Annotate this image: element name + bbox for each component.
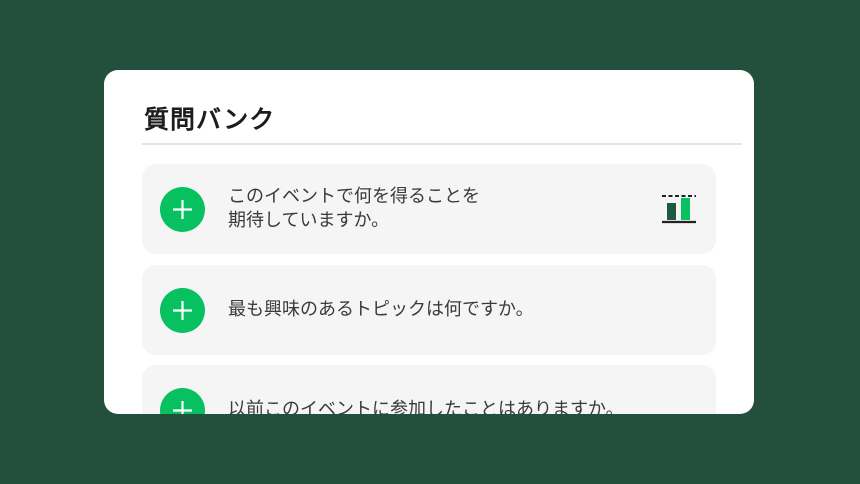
question-item[interactable]: このイベントで何を得ることを 期待していますか。 [142, 164, 716, 254]
add-question-button[interactable] [160, 388, 205, 414]
question-text: このイベントで何を得ることを 期待していますか。 [228, 186, 480, 231]
panel-title: 質問バンク [144, 105, 276, 134]
add-question-button[interactable] [160, 288, 205, 333]
question-bank-panel: 質問バンク このイベントで何を得ることを 期待していますか。 最も興味のあるトピ… [104, 70, 754, 414]
plus-icon [173, 200, 192, 219]
plus-icon [173, 401, 192, 414]
question-text: 最も興味のあるトピックは何ですか。 [228, 299, 534, 320]
plus-icon [173, 301, 192, 320]
poll-chart-icon [662, 195, 696, 224]
title-divider [142, 143, 742, 145]
add-question-button[interactable] [160, 187, 205, 232]
question-text: 以前このイベントに参加したことはありますか。 [228, 399, 624, 414]
question-item[interactable]: 最も興味のあるトピックは何ですか。 [142, 265, 716, 355]
question-item[interactable]: 以前このイベントに参加したことはありますか。 [142, 365, 716, 414]
